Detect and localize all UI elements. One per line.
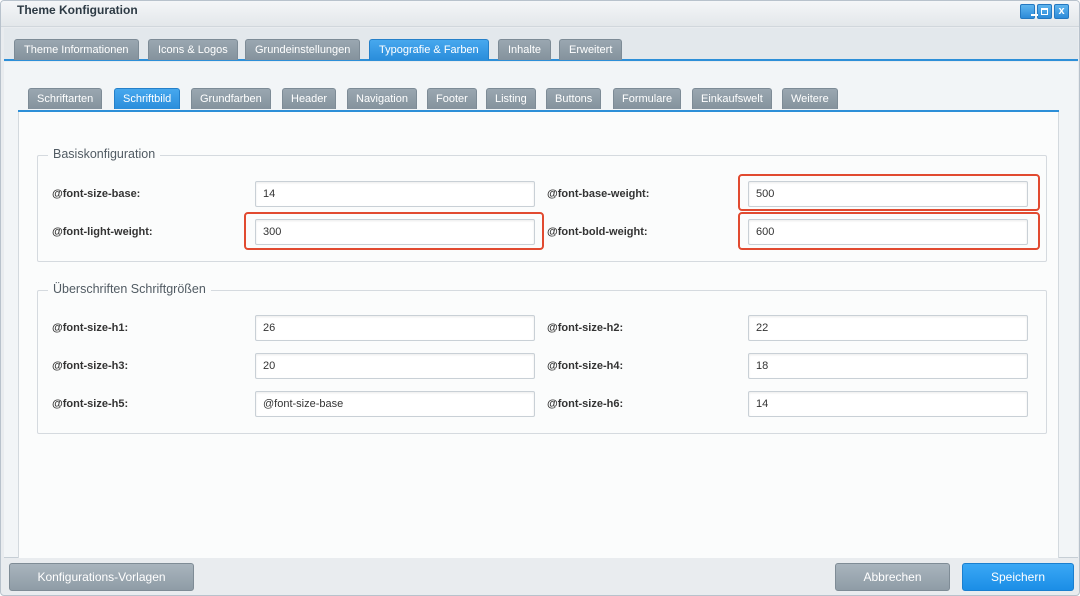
close-button[interactable]: x — [1054, 4, 1069, 19]
tab-weitere[interactable]: Weitere — [782, 88, 838, 109]
font-size-base-input[interactable] — [255, 181, 535, 207]
window-title: Theme Konfiguration — [17, 3, 138, 17]
tab-header[interactable]: Header — [282, 88, 337, 109]
tab-schriftbild[interactable]: Schriftbild — [114, 88, 181, 109]
tab-inhalte[interactable]: Inhalte — [498, 39, 552, 60]
font-base-weight-input[interactable] — [748, 181, 1028, 207]
schriftbild-panel: Basiskonfiguration @font-size-base: @fon… — [18, 112, 1059, 558]
font-light-weight-input[interactable] — [255, 219, 535, 245]
maximize-button[interactable] — [1037, 4, 1052, 19]
minimize-button[interactable] — [1020, 4, 1038, 19]
font-size-h6-input[interactable] — [748, 391, 1028, 417]
title-bar[interactable]: Theme Konfiguration x — [1, 1, 1079, 27]
font-size-h3-input[interactable] — [255, 353, 535, 379]
font-size-h1-label: @font-size-h1: — [52, 322, 129, 334]
font-bold-weight-label: @font-bold-weight: — [547, 226, 648, 238]
font-size-base-label: @font-size-base: — [52, 188, 141, 200]
font-base-weight-label: @font-base-weight: — [547, 188, 650, 200]
maximize-icon — [1041, 8, 1048, 15]
font-size-h2-label: @font-size-h2: — [547, 322, 624, 334]
save-button[interactable]: Speichern — [962, 563, 1074, 591]
basis-legend: Basiskonfiguration — [48, 147, 161, 161]
minimize-icon — [1030, 14, 1038, 16]
cancel-button[interactable]: Abbrechen — [835, 563, 950, 591]
tab-icons-logos[interactable]: Icons & Logos — [148, 39, 238, 60]
theme-config-window: Theme Konfiguration x Theme Informatione… — [0, 0, 1080, 596]
font-size-h4-label: @font-size-h4: — [547, 360, 624, 372]
tab-theme-informationen[interactable]: Theme Informationen — [14, 39, 139, 60]
tab-grundfarben[interactable]: Grundfarben — [191, 88, 271, 109]
font-size-h1-input[interactable] — [255, 315, 535, 341]
font-bold-weight-input[interactable] — [748, 219, 1028, 245]
tab-einkaufswelt[interactable]: Einkaufswelt — [692, 88, 772, 109]
font-size-h2-input[interactable] — [748, 315, 1028, 341]
headings-legend: Überschriften Schriftgrößen — [48, 282, 211, 296]
tab-listing[interactable]: Listing — [486, 88, 536, 109]
tab-formulare[interactable]: Formulare — [613, 88, 682, 109]
tab-grundeinstellungen[interactable]: Grundeinstellungen — [245, 39, 361, 60]
tab-buttons[interactable]: Buttons — [546, 88, 602, 109]
tab-typografie-farben[interactable]: Typografie & Farben — [369, 39, 489, 60]
font-light-weight-label: @font-light-weight: — [52, 226, 153, 238]
main-tab-bar: Theme Informationen Icons & Logos Grunde… — [4, 28, 1078, 61]
basis-fieldset: Basiskonfiguration — [37, 147, 1047, 262]
font-size-h6-label: @font-size-h6: — [547, 398, 624, 410]
sub-tab-bar: Schriftarten Schriftbild Grundfarben Hea… — [18, 67, 1059, 112]
tab-navigation[interactable]: Navigation — [347, 88, 417, 109]
tab-erweitert[interactable]: Erweitert — [559, 39, 623, 60]
tab-footer[interactable]: Footer — [427, 88, 477, 109]
tab-schriftarten[interactable]: Schriftarten — [28, 88, 103, 109]
window-controls: x — [1020, 4, 1069, 19]
font-size-h5-input[interactable] — [255, 391, 535, 417]
font-size-h5-label: @font-size-h5: — [52, 398, 129, 410]
font-size-h3-label: @font-size-h3: — [52, 360, 129, 372]
font-size-h4-input[interactable] — [748, 353, 1028, 379]
konfigurations-vorlagen-button[interactable]: Konfigurations-Vorlagen — [9, 563, 194, 591]
close-icon: x — [1058, 5, 1065, 17]
